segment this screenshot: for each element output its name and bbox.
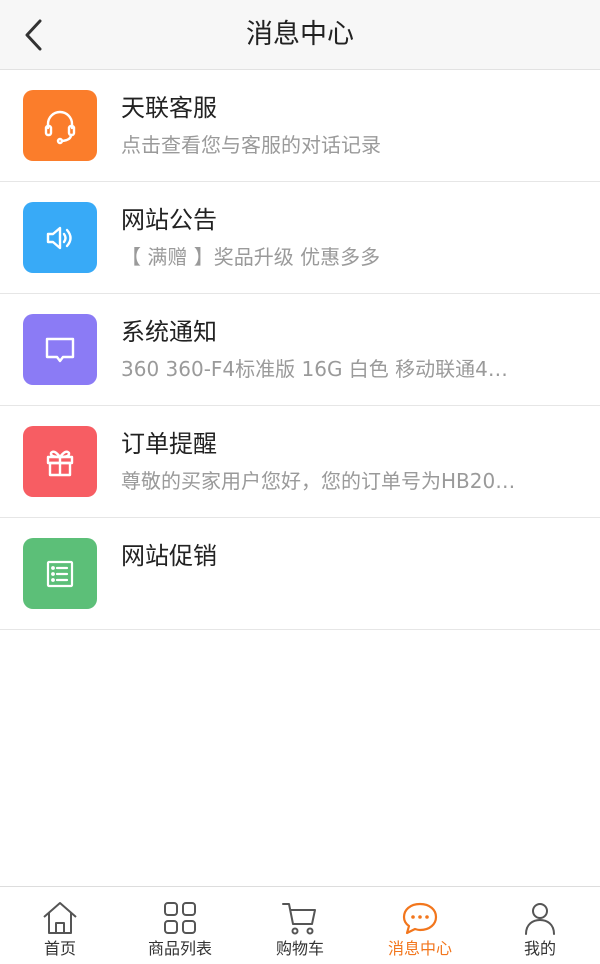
message-title: 网站促销	[121, 542, 217, 570]
message-preview: 尊敬的买家用户您好，您的订单号为HB20170512	[121, 469, 521, 493]
message-item-system-notice[interactable]: 系统通知 360 360-F4标准版 16G 白色 移动联通4G手机 双卡双待	[0, 294, 600, 406]
announcement-icon-tile	[23, 202, 97, 273]
message-title: 网站公告	[121, 206, 217, 234]
promotion-icon-tile	[23, 538, 97, 609]
bottom-tab-bar: 首页 商品列表 购物车 消息中心 我的	[0, 886, 600, 964]
message-item-announcement[interactable]: 网站公告 【 满赠 】奖品升级 优惠多多	[0, 182, 600, 294]
message-list: 天联客服 点击查看您与客服的对话记录 网站公告 【 满赠 】奖品升级 优惠多多 …	[0, 70, 600, 630]
speaker-icon	[46, 226, 72, 249]
tab-label: 商品列表	[147, 939, 212, 958]
order-reminder-icon-tile	[23, 426, 97, 497]
tab-message-center[interactable]: 消息中心	[360, 887, 480, 964]
user-icon	[525, 903, 555, 935]
message-center-screen: 消息中心 天联客服 点击查看您与客服的对话记录 网站公告 【 满赠 】奖品升级 …	[0, 0, 600, 964]
message-title: 天联客服	[121, 94, 217, 122]
tab-product-list[interactable]: 商品列表	[120, 887, 240, 964]
headset-icon	[44, 110, 76, 144]
message-icon	[402, 902, 438, 935]
message-title: 系统通知	[121, 318, 217, 346]
message-preview: 点击查看您与客服的对话记录	[121, 133, 381, 157]
cart-icon	[282, 903, 316, 935]
gift-icon	[46, 449, 74, 476]
tab-label: 购物车	[275, 939, 324, 958]
tab-label: 首页	[43, 939, 76, 958]
chat-bubble-icon	[45, 337, 75, 362]
message-title: 订单提醒	[121, 430, 217, 458]
grid-icon	[164, 902, 196, 934]
tab-home[interactable]: 首页	[0, 887, 120, 964]
system-notice-icon-tile	[23, 314, 97, 385]
tab-mine[interactable]: 我的	[480, 887, 600, 964]
page-title: 消息中心	[246, 19, 354, 50]
home-icon	[43, 902, 77, 934]
tab-cart[interactable]: 购物车	[240, 887, 360, 964]
message-preview: 360 360-F4标准版 16G 白色 移动联通4G手机 双卡双待	[121, 357, 521, 381]
list-icon	[46, 560, 74, 587]
message-item-promotion[interactable]: 网站促销	[0, 518, 600, 630]
tab-label: 我的	[523, 939, 556, 958]
message-item-order-reminder[interactable]: 订单提醒 尊敬的买家用户您好，您的订单号为HB20170512	[0, 406, 600, 518]
customer-service-icon-tile	[23, 90, 97, 161]
message-item-customer-service[interactable]: 天联客服 点击查看您与客服的对话记录	[0, 70, 600, 182]
message-preview: 【 满赠 】奖品升级 优惠多多	[121, 245, 381, 269]
tab-label: 消息中心	[387, 939, 452, 958]
header-bar: 消息中心	[0, 0, 600, 70]
